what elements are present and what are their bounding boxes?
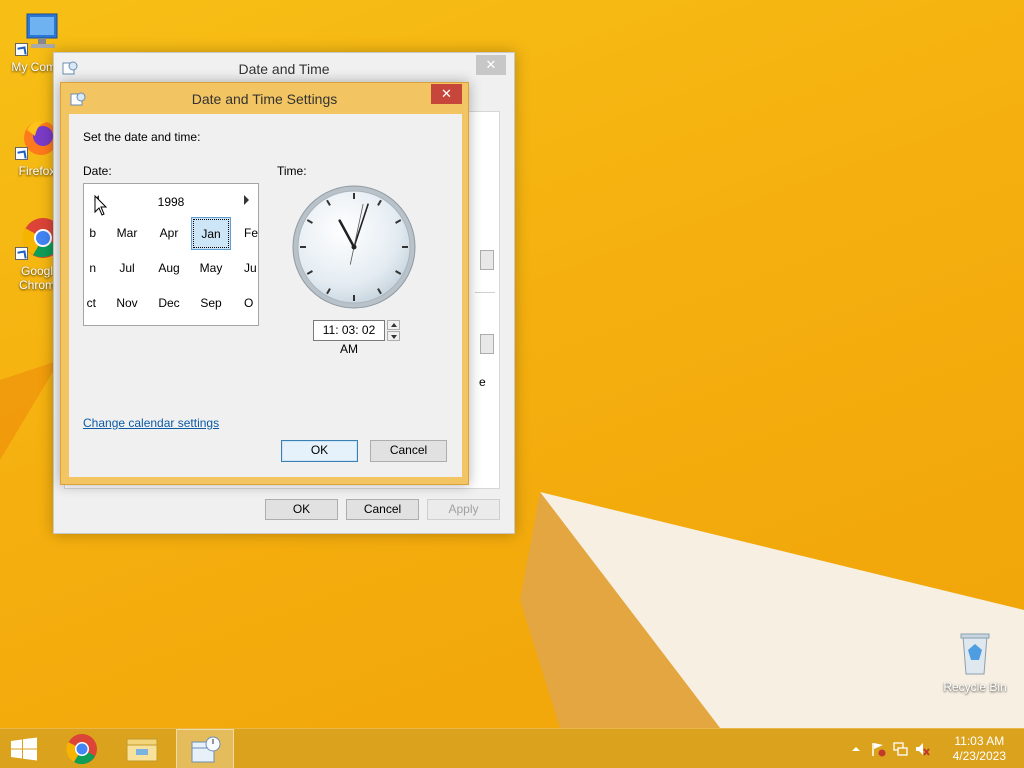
desktop-icon-label: Googl Chrom [18,264,55,292]
time-label: Time: [277,164,307,178]
calendar-month[interactable]: Apr [149,217,189,250]
dialog-content: Set the date and time: Date: Time: 1998 … [69,114,462,477]
calendar-month[interactable]: ct [84,287,96,320]
hidden-button [480,334,494,354]
date-time-settings-dialog: Date and Time Settings ✕ Set the date an… [60,82,469,485]
calendar-month[interactable]: Nov [107,287,147,320]
taskbar: 11:03 AM 4/23/2023 [0,728,1024,768]
ok-button[interactable]: OK [265,499,338,520]
time-input[interactable]: 11: 03: 02 AM [313,320,385,356]
window-title: Date and Time [238,61,330,77]
chrome-icon [66,734,97,765]
folder-icon [126,738,158,762]
analog-clock [292,185,416,309]
time-spinner[interactable] [387,320,400,341]
dialog-title: Date and Time Settings [191,91,338,107]
calendar-month[interactable]: Sep [191,287,231,320]
instruction-text: Set the date and time: [83,130,201,144]
separator [475,292,495,293]
calendar-year-header[interactable]: 1998 [84,195,258,209]
computer-icon [13,10,61,58]
desktop-icon-recycle-bin[interactable]: Recycle Bin [938,630,1012,694]
show-hidden-icons-chevron-icon[interactable] [848,741,864,757]
taskbar-chrome[interactable] [58,729,106,768]
shortcut-arrow-icon [15,147,28,160]
volume-muted-icon[interactable] [914,741,930,757]
cancel-button[interactable]: Cancel [346,499,419,520]
spin-up-arrow-icon[interactable] [387,320,400,330]
date-label: Date: [83,164,112,178]
spin-down-arrow-icon[interactable] [387,331,400,341]
calendar-month[interactable]: Dec [149,287,189,320]
next-year-arrow-icon[interactable] [244,195,249,205]
calendar-month[interactable]: b [84,217,96,250]
ok-button[interactable]: OK [281,440,358,462]
calendar-month-selected[interactable]: Jan [191,217,231,250]
calendar-month[interactable]: Mar [107,217,147,250]
desktop-icon-label: Recycle Bin [943,680,1007,694]
change-calendar-settings-link[interactable]: Change calendar settings [83,416,219,430]
apply-button[interactable]: Apply [427,499,500,520]
hidden-button [480,250,494,270]
calendar-month[interactable]: Ju [232,252,258,285]
date-time-app-icon [191,736,221,763]
calendar-month[interactable]: n [84,252,96,285]
shortcut-arrow-icon [15,43,28,56]
calendar-control[interactable]: 1998 b Mar Apr Jan Fe n Jul Aug May Ju c… [83,183,259,326]
close-button[interactable]: ✕ [431,84,462,104]
calendar-month[interactable]: Jul [107,252,147,285]
close-button[interactable]: ✕ [476,55,506,75]
calendar-month[interactable]: Aug [149,252,189,285]
calendar-month[interactable]: O [232,287,258,320]
taskbar-time: 11:03 AM [954,734,1005,748]
shortcut-arrow-icon [15,247,28,260]
peek-text: e [479,375,486,389]
windows-logo-icon [11,737,37,761]
window-titlebar[interactable]: Date and Time ✕ [54,53,514,83]
start-button[interactable] [0,729,48,768]
taskbar-file-explorer[interactable] [118,729,166,768]
recycle-bin-icon [951,630,999,678]
taskbar-clock[interactable]: 11:03 AM 4/23/2023 [953,734,1006,764]
taskbar-date-time-app[interactable] [176,729,234,768]
cancel-button[interactable]: Cancel [370,440,447,462]
calendar-month[interactable]: Fe [232,217,258,250]
calendar-month[interactable]: May [191,252,231,285]
mouse-cursor-icon [94,195,108,216]
desktop-icon-label: Firefox [18,164,56,178]
network-icon[interactable] [892,741,908,757]
system-tray: 11:03 AM 4/23/2023 [844,729,1024,768]
taskbar-date: 4/23/2023 [952,749,1006,763]
action-center-flag-icon[interactable] [870,741,886,757]
